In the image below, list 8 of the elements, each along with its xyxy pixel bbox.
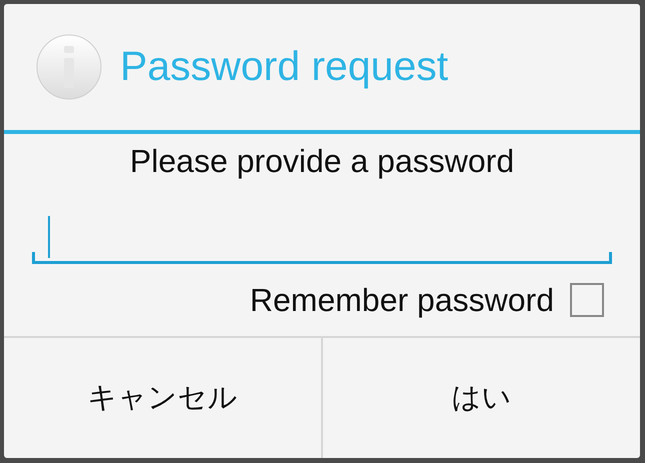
cancel-button[interactable]: キャンセル bbox=[4, 338, 321, 458]
remember-label: Remember password bbox=[250, 281, 554, 320]
remember-checkbox[interactable] bbox=[570, 283, 604, 318]
dialog-title: Password request bbox=[120, 42, 448, 92]
info-icon bbox=[36, 34, 102, 100]
message-text: Please provide a password bbox=[128, 142, 516, 180]
text-cursor bbox=[48, 216, 50, 258]
ok-button[interactable]: はい bbox=[321, 338, 640, 458]
